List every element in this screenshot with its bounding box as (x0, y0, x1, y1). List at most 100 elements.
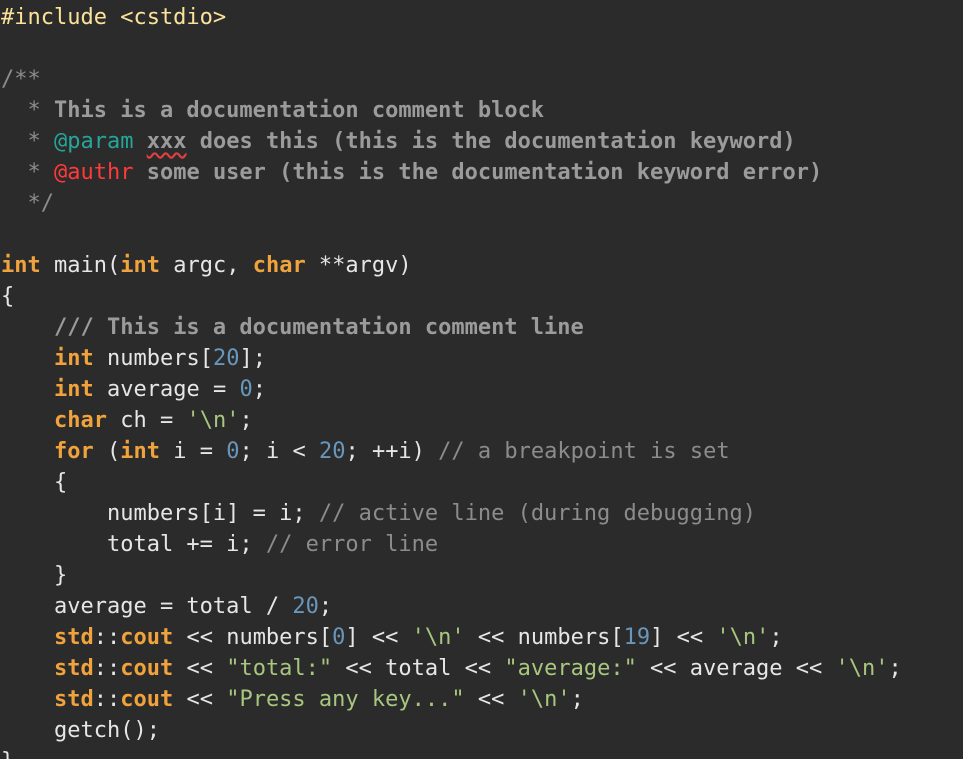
code-token: average = (93, 377, 240, 402)
code-token: :: (93, 687, 121, 712)
code-line[interactable]: /// This is a documentation comment line (0, 312, 963, 343)
code-token: int (53, 346, 94, 371)
code-editor[interactable]: #include <cstdio> /** * This is a documen… (0, 0, 963, 759)
code-token: 20 (318, 439, 346, 464)
code-token: // active line (during debugging) (318, 501, 756, 526)
code-token: "Press any key..." (226, 687, 465, 712)
code-token: ] << (650, 625, 717, 650)
code-token: int (1, 253, 41, 278)
code-line[interactable] (0, 219, 963, 250)
code-token: char (53, 408, 107, 433)
code-token: 20 (292, 594, 319, 619)
code-line[interactable]: int numbers[20]; (0, 343, 963, 374)
code-token: some user (this is the documentation key… (133, 160, 823, 185)
code-token: int (120, 253, 160, 278)
code-line[interactable]: std::cout << numbers[0] << '\n' << numbe… (0, 622, 963, 653)
code-token: // a breakpoint is set (438, 439, 730, 464)
code-token: * (1, 98, 54, 123)
code-line[interactable]: #include <cstdio> (0, 2, 963, 33)
code-line[interactable]: */ (0, 188, 963, 219)
code-token: int (53, 377, 94, 402)
code-token: ; (239, 408, 253, 433)
code-line[interactable]: getch(); (0, 715, 963, 746)
code-token: i = (159, 439, 227, 464)
code-token: @authr (53, 160, 134, 185)
code-token: getch(); (1, 718, 160, 743)
code-token: ; i < (239, 439, 319, 464)
code-line[interactable]: int average = 0; (0, 374, 963, 405)
code-line[interactable]: * This is a documentation comment block (0, 95, 963, 126)
code-token: ; (252, 377, 266, 402)
code-token: numbers[ (93, 346, 213, 371)
code-token: << numbers[ (464, 625, 624, 650)
code-line[interactable]: total += i; // error line (0, 529, 963, 560)
code-line[interactable]: std::cout << "Press any key..." << '\n'; (0, 684, 963, 715)
code-token: ; (769, 625, 783, 650)
code-token: '\n' (186, 408, 240, 433)
code-token: ; (318, 594, 333, 619)
code-token: int (120, 439, 160, 464)
code-token: numbers[i] = i; (1, 501, 319, 526)
code-token: does this (this is the documentation key… (186, 129, 796, 154)
code-line[interactable]: for (int i = 0; i < 20; ++i) // a breakp… (0, 436, 963, 467)
code-token: std (53, 687, 94, 712)
code-token: 0 (239, 377, 253, 402)
code-token: * (1, 129, 54, 154)
code-token: 0 (226, 439, 240, 464)
code-line[interactable]: average = total / 20; (0, 591, 963, 622)
code-token: ; ++i) (345, 439, 439, 464)
code-line[interactable]: int main(int argc, char **argv) (0, 250, 963, 281)
code-token: * (1, 160, 54, 185)
code-token: **argv) (305, 253, 412, 278)
code-line[interactable]: std::cout << "total:" << total << "avera… (0, 653, 963, 684)
code-token: total += i; (1, 532, 266, 557)
code-line[interactable]: numbers[i] = i; // active line (during d… (0, 498, 963, 529)
code-token: std (53, 625, 94, 650)
code-line[interactable]: } (0, 560, 963, 591)
code-token: ] << (345, 625, 412, 650)
code-token: << (173, 687, 227, 712)
code-token: ; (888, 656, 902, 681)
code-token: { (1, 470, 68, 495)
code-token: xxx (146, 129, 187, 154)
code-token: { (1, 284, 15, 309)
code-token: @param (53, 129, 134, 154)
code-token: :: (93, 656, 121, 681)
code-line[interactable] (0, 33, 963, 64)
code-line[interactable]: * @param xxx does this (this is the docu… (0, 126, 963, 157)
code-token: ch = (106, 408, 187, 433)
code-token: 20 (212, 346, 240, 371)
code-token: ; (570, 687, 584, 712)
code-token: ]; (239, 346, 266, 371)
code-token: << (464, 687, 518, 712)
code-line[interactable]: { (0, 281, 963, 312)
code-line[interactable]: * @authr some user (this is the document… (0, 157, 963, 188)
code-token: '\n' (835, 656, 889, 681)
code-token: cout (120, 625, 174, 650)
code-token: /** (1, 67, 41, 92)
code-token: // error line (265, 532, 439, 557)
code-token: } (1, 749, 14, 759)
code-token: 19 (623, 625, 651, 650)
code-line[interactable]: { (0, 467, 963, 498)
code-token: "average:" (504, 656, 637, 681)
code-line[interactable]: /** (0, 64, 963, 95)
code-line[interactable]: } (0, 746, 963, 759)
code-token: ( (93, 439, 121, 464)
code-token: main( (40, 253, 121, 278)
code-line[interactable]: char ch = '\n'; (0, 405, 963, 436)
code-token: :: (93, 625, 121, 650)
code-token: for (53, 439, 94, 464)
code-token: argc, (159, 253, 253, 278)
code-token: 0 (332, 625, 346, 650)
code-token: /// This is a documentation comment line (53, 315, 584, 340)
code-token: This is a documentation comment block (53, 98, 545, 123)
